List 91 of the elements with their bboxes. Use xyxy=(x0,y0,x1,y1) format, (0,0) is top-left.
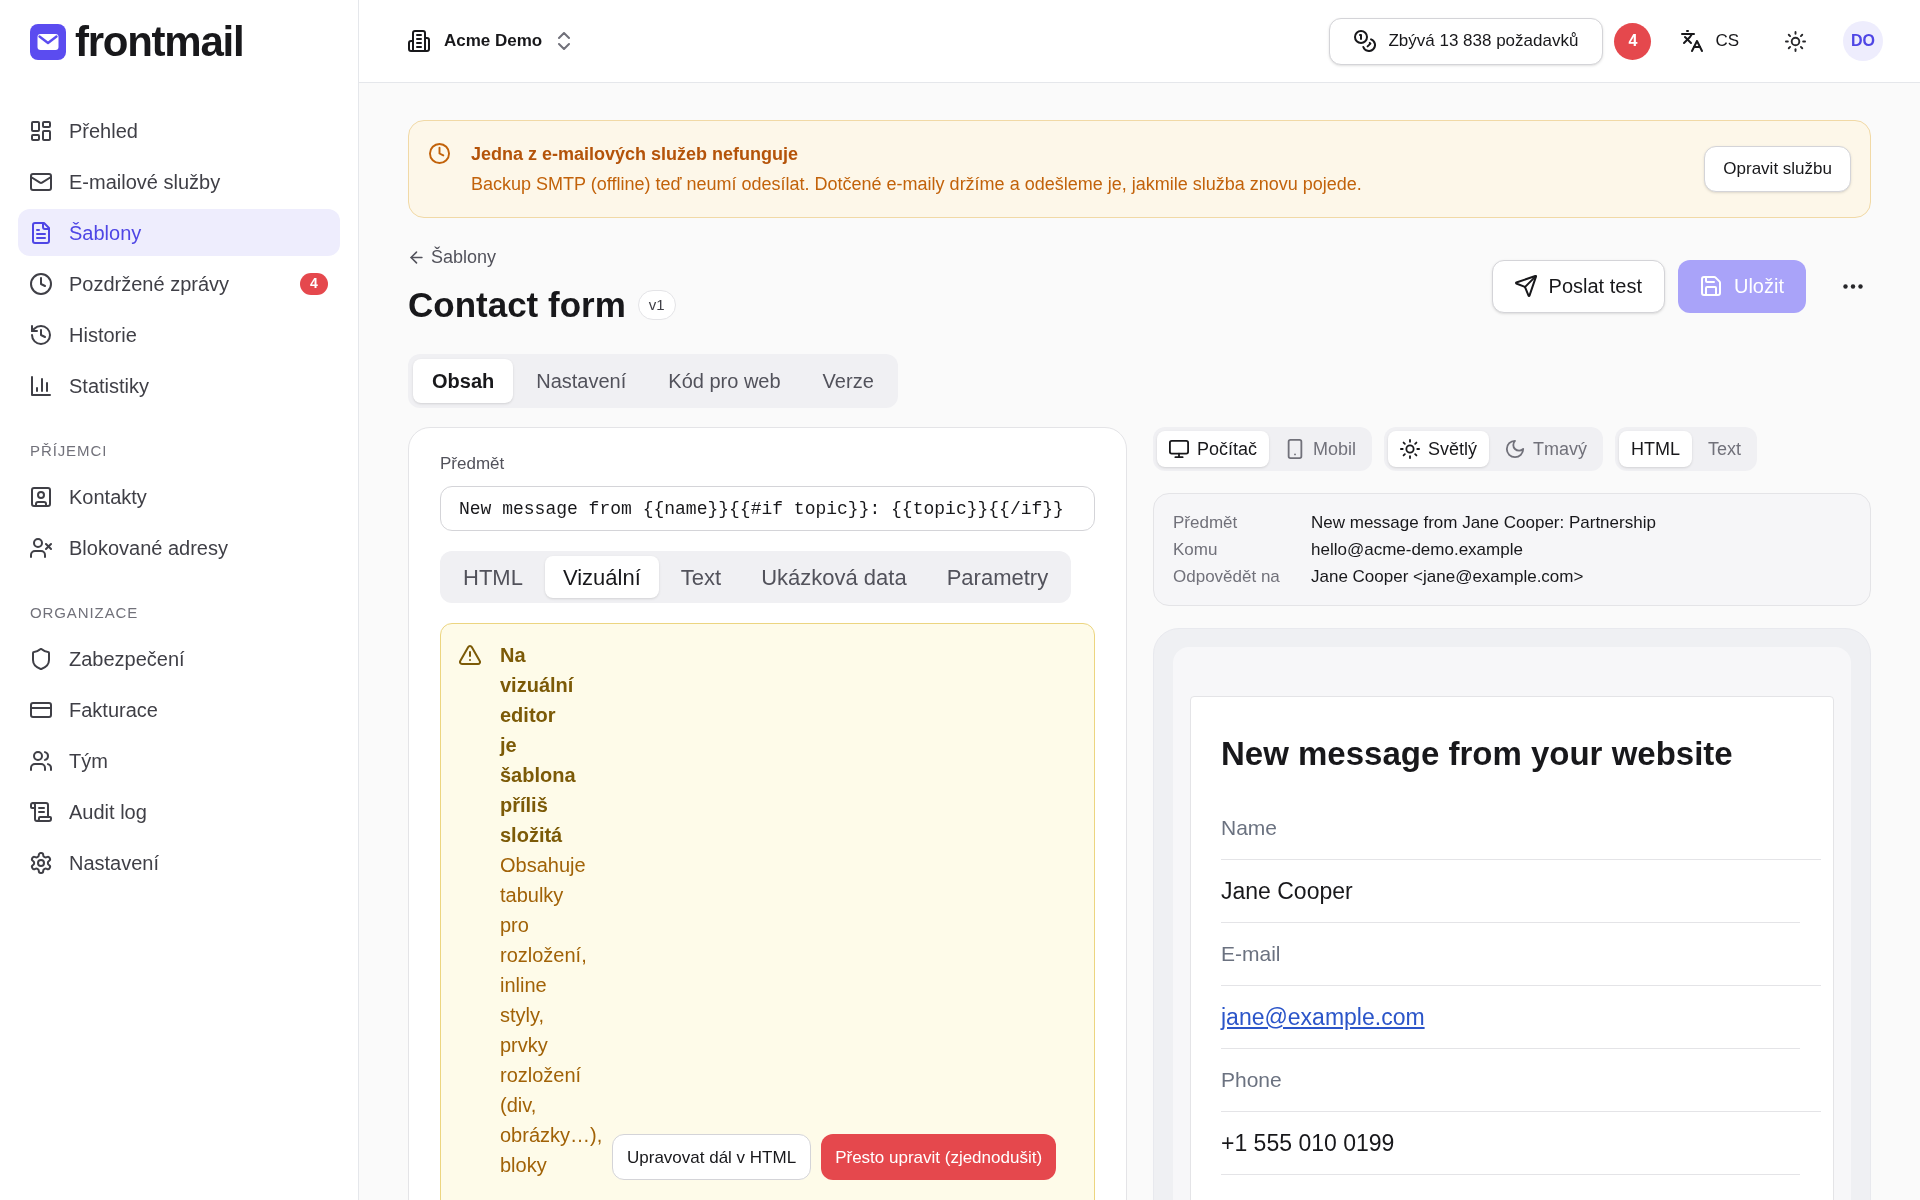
warning-title: Na vizuální editor je šablona příliš složitá xyxy=(500,643,577,849)
toggle-option[interactable]: Světlý xyxy=(1388,431,1490,467)
chevrons-icon xyxy=(556,32,573,50)
arrow-left-icon xyxy=(408,248,425,266)
page-title: Contact form xyxy=(408,284,626,326)
nav-item[interactable]: Statistiky xyxy=(18,362,340,409)
email-link[interactable]: jane@example.com xyxy=(1221,999,1425,1035)
alert-message: Backup SMTP (offline) teď neumí odesílat. Dotčené e-maily držíme a odešleme je, jakmile služba znovu pojede. xyxy=(471,173,1362,196)
clock-icon xyxy=(30,272,52,295)
toggle-option[interactable]: Tmavý xyxy=(1493,431,1600,467)
toggle-option[interactable]: Text xyxy=(1696,431,1754,467)
nav-item[interactable]: Historie xyxy=(18,311,340,358)
nav-item[interactable]: Kontakty xyxy=(18,473,340,520)
breadcrumb-link[interactable]: Šablony xyxy=(408,245,497,269)
detail-label: Komu xyxy=(1173,539,1219,561)
detail-value: New message from Jane Cooper: Partnership xyxy=(1311,512,1657,534)
translate-icon xyxy=(1681,30,1704,52)
detail-label: Odpovědět na xyxy=(1173,566,1281,588)
clock-icon xyxy=(429,143,450,164)
save-icon xyxy=(1700,275,1722,297)
nav-item[interactable]: Audit log xyxy=(18,788,340,835)
nav-item[interactable]: Přehled xyxy=(18,107,340,154)
notification-badge: 4 xyxy=(1614,22,1652,60)
shield-icon xyxy=(30,647,52,670)
tab[interactable]: Vizuální xyxy=(544,556,659,599)
field-value: +1 555 010 0199 xyxy=(1221,1128,1395,1158)
toggle-option[interactable]: Počítač xyxy=(1157,431,1270,467)
nav-item[interactable]: Tým xyxy=(18,737,340,784)
nav-item[interactable]: Zabezpečení xyxy=(18,635,340,682)
dashboard-icon xyxy=(30,119,52,142)
quota-button[interactable]: Zbývá 13 838 požadavků xyxy=(1329,17,1604,65)
sun-icon xyxy=(1785,30,1806,52)
send-test-button[interactable]: Poslat test xyxy=(1491,259,1665,313)
nav-item[interactable]: Fakturace xyxy=(18,686,340,733)
section-heading: PŘÍJEMCI xyxy=(29,441,109,461)
more-icon xyxy=(1843,283,1863,289)
logo-text: frontmail xyxy=(75,22,244,62)
send-icon xyxy=(1514,275,1537,297)
tab[interactable]: Obsah xyxy=(413,359,514,403)
nav-item[interactable]: Šablony xyxy=(18,209,340,256)
nav-item[interactable]: E-mailové služby xyxy=(18,158,340,205)
user-avatar[interactable]: DO xyxy=(1843,21,1883,61)
toggle-option[interactable]: HTML xyxy=(1619,431,1693,467)
detail-label: Předmět xyxy=(1173,512,1239,534)
field-label: Phone xyxy=(1221,1067,1282,1094)
tab[interactable]: HTML xyxy=(445,556,541,599)
tab[interactable]: Text xyxy=(662,556,740,599)
envelope-icon xyxy=(30,170,52,193)
toggle-option[interactable]: Mobil xyxy=(1273,431,1369,467)
logo-icon xyxy=(30,24,66,60)
field-value: Jane Cooper xyxy=(1221,876,1353,906)
monitor-icon xyxy=(1169,439,1189,459)
email-heading: New message from your website xyxy=(1221,734,1734,774)
field-label: Předmět xyxy=(440,453,506,475)
document-icon xyxy=(30,221,52,244)
tab[interactable]: Kód pro web xyxy=(649,359,800,403)
warning-icon xyxy=(459,644,481,667)
workspace-switcher[interactable]: Acme Demo xyxy=(408,28,573,54)
contact-card-icon xyxy=(30,485,52,508)
moon-icon xyxy=(1505,439,1526,459)
subject-field[interactable]: New message from {{name}}{{#if topic}}: {{topic}}{{/if}} xyxy=(440,486,1095,532)
bar-chart-icon xyxy=(30,374,52,397)
section-heading: ORGANIZACE xyxy=(29,603,140,623)
detail-value: hello@acme-demo.example xyxy=(1311,539,1524,561)
language-button[interactable]: CS xyxy=(1681,28,1739,54)
people-icon xyxy=(30,749,52,772)
tab[interactable]: Verze xyxy=(803,359,893,403)
tab[interactable]: Parametry xyxy=(928,556,1067,599)
theme-toggle-button[interactable] xyxy=(1785,30,1806,52)
tab[interactable]: Nastavení xyxy=(517,359,646,403)
field-label: Name xyxy=(1221,815,1278,842)
detail-value: Jane Cooper <jane@example.com> xyxy=(1311,566,1585,588)
field-label: E-mail xyxy=(1221,941,1281,968)
nav-item[interactable]: Nastavení xyxy=(18,839,340,886)
fix-service-button[interactable]: Opravit službu xyxy=(1704,146,1851,192)
version-badge: v1 xyxy=(637,290,676,320)
coins-icon xyxy=(1354,30,1377,52)
sun-icon xyxy=(1400,439,1421,459)
edit-html-button[interactable]: Upravovat dál v HTML xyxy=(612,1134,812,1181)
history-icon xyxy=(30,323,52,346)
alert-title: Jedna z e-mailových služeb nefunguje xyxy=(471,143,800,166)
tab[interactable]: Ukázková data xyxy=(743,556,925,599)
settings-icon xyxy=(30,851,52,874)
scroll-icon xyxy=(30,800,52,823)
person-cross-icon xyxy=(30,536,52,559)
nav-item[interactable]: Blokované adresy xyxy=(18,524,340,571)
count-badge: 4 xyxy=(300,272,328,295)
warning-message: Obsahuje tabulky pro rozložení, inline styly, prvky rozložení (div, obrázky…), bloky xyxy=(500,853,604,1179)
nav-item[interactable]: Pozdržené zprávy 4 xyxy=(18,260,340,307)
building-icon xyxy=(408,30,430,52)
simplify-button[interactable]: Přesto upravit (zjednodušit) xyxy=(821,1134,1057,1181)
